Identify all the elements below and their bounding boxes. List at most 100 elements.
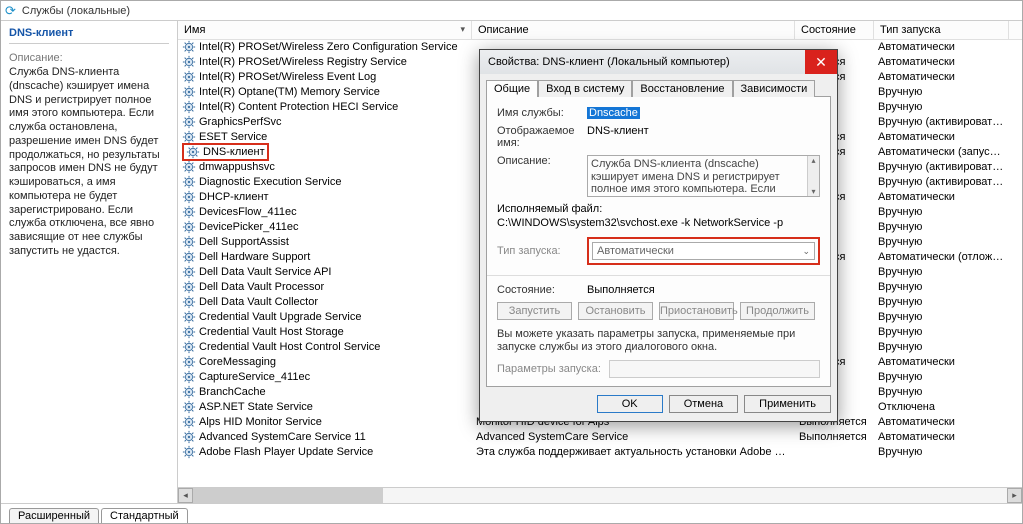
scroll-thumb[interactable] xyxy=(193,488,383,503)
description-box[interactable]: Служба DNS-клиента (dnscache) кэширует и… xyxy=(587,155,820,197)
service-name: DNS-клиент xyxy=(203,146,265,158)
tab-standard[interactable]: Стандартный xyxy=(101,508,188,523)
close-icon[interactable]: ✕ xyxy=(805,50,837,74)
service-start-cell: Автоматически xyxy=(874,71,1009,83)
gear-icon xyxy=(182,385,196,399)
apply-button[interactable]: Применить xyxy=(744,395,831,413)
service-name: GraphicsPerfSvc xyxy=(199,116,282,128)
service-start-cell: Вручную xyxy=(874,221,1009,233)
service-name: CoreMessaging xyxy=(199,356,276,368)
service-name: ASP.NET State Service xyxy=(199,401,313,413)
column-header-start[interactable]: Тип запуска xyxy=(874,21,1009,39)
gear-icon xyxy=(182,430,196,444)
pause-button[interactable]: Приостановить xyxy=(659,302,734,320)
gear-icon xyxy=(182,400,196,414)
service-start-cell: Вручную xyxy=(874,371,1009,383)
service-start-cell: Вручную xyxy=(874,281,1009,293)
service-name: Intel(R) PROSet/Wireless Zero Configurat… xyxy=(199,41,458,53)
service-desc-cell: Advanced SystemCare Service xyxy=(472,431,795,443)
scroll-right-icon[interactable]: ▸ xyxy=(1007,488,1022,503)
gear-icon xyxy=(182,265,196,279)
scroll-up-icon[interactable]: ▴ xyxy=(808,156,819,165)
service-start-cell: Вручную xyxy=(874,326,1009,338)
label-description: Описание: xyxy=(497,155,587,167)
window-title: Службы (локальные) xyxy=(22,5,130,17)
selected-service-title: DNS-клиент xyxy=(9,27,169,39)
value-state: Выполняется xyxy=(587,284,820,296)
scroll-down-icon[interactable]: ▾ xyxy=(808,187,819,196)
table-row[interactable]: Advanced SystemCare Service 11 Advanced S… xyxy=(178,430,1022,445)
column-header-name[interactable]: Имя▾ xyxy=(178,21,472,39)
dialog-tab-recovery[interactable]: Восстановление xyxy=(632,80,732,97)
value-service-name: Dnscache xyxy=(587,107,640,119)
horizontal-scrollbar[interactable]: ◂ ▸ xyxy=(178,487,1022,503)
start-type-select[interactable]: Автоматически⌄ xyxy=(592,242,815,260)
service-start-cell: Вручную (активировать з... xyxy=(874,161,1009,173)
start-button[interactable]: Запустить xyxy=(497,302,572,320)
service-name: Diagnostic Execution Service xyxy=(199,176,341,188)
gear-icon xyxy=(186,145,200,159)
service-name: Intel(R) Content Protection HECI Service xyxy=(199,101,398,113)
gear-icon xyxy=(182,250,196,264)
params-input[interactable] xyxy=(609,360,820,378)
service-name: DevicesFlow_411ec xyxy=(199,206,297,218)
gear-icon xyxy=(182,295,196,309)
gear-icon xyxy=(182,115,196,129)
service-name: Dell Data Vault Service API xyxy=(199,266,331,278)
dialog-tab-general[interactable]: Общие xyxy=(486,80,538,97)
service-name: Dell Hardware Support xyxy=(199,251,310,263)
service-name: Advanced SystemCare Service 11 xyxy=(199,431,366,443)
service-start-cell: Автоматически xyxy=(874,191,1009,203)
service-name: ESET Service xyxy=(199,131,267,143)
properties-dialog: Свойства: DNS-клиент (Локальный компьюте… xyxy=(479,49,838,422)
dialog-tab-dependencies[interactable]: Зависимости xyxy=(733,80,816,97)
service-name: Intel(R) PROSet/Wireless Event Log xyxy=(199,71,376,83)
service-start-cell: Автоматически (запуск п... xyxy=(874,146,1009,158)
params-hint: Вы можете указать параметры запуска, при… xyxy=(497,328,820,354)
service-start-cell: Автоматически xyxy=(874,56,1009,68)
description-text: Служба DNS-клиента (dnscache) кэширует и… xyxy=(9,66,169,259)
service-name: DHCP-клиент xyxy=(199,191,269,203)
gear-icon xyxy=(182,190,196,204)
service-start-cell: Вручную xyxy=(874,266,1009,278)
service-name: BranchCache xyxy=(199,386,266,398)
service-start-cell: Вручную xyxy=(874,446,1009,458)
gear-icon xyxy=(182,55,196,69)
label-service-name: Имя службы: xyxy=(497,107,587,119)
service-start-cell: Вручную xyxy=(874,206,1009,218)
service-start-cell: Вручную xyxy=(874,386,1009,398)
column-header-description[interactable]: Описание xyxy=(472,21,795,39)
gear-icon xyxy=(182,280,196,294)
tab-extended[interactable]: Расширенный xyxy=(9,508,99,523)
gear-icon xyxy=(182,85,196,99)
dialog-tab-logon[interactable]: Вход в систему xyxy=(538,80,632,97)
service-name: Intel(R) PROSet/Wireless Registry Servic… xyxy=(199,56,407,68)
service-start-cell: Вручную xyxy=(874,236,1009,248)
service-start-cell: Автоматически xyxy=(874,131,1009,143)
service-name: Credential Vault Host Control Service xyxy=(199,341,380,353)
gear-icon xyxy=(182,325,196,339)
column-header-state[interactable]: Состояние xyxy=(795,21,874,39)
resume-button[interactable]: Продолжить xyxy=(740,302,815,320)
value-display-name: DNS-клиент xyxy=(587,125,820,137)
ok-button[interactable]: OK xyxy=(597,395,663,413)
table-row[interactable]: Adobe Flash Player Update ServiceЭта слу… xyxy=(178,445,1022,460)
gear-icon xyxy=(182,130,196,144)
service-start-cell: Автоматически xyxy=(874,431,1009,443)
gear-icon xyxy=(182,220,196,234)
scroll-left-icon[interactable]: ◂ xyxy=(178,488,193,503)
gear-icon xyxy=(182,235,196,249)
gear-icon xyxy=(182,100,196,114)
refresh-icon[interactable]: ⟳ xyxy=(5,3,16,19)
service-start-cell: Вручную xyxy=(874,86,1009,98)
stop-button[interactable]: Остановить xyxy=(578,302,653,320)
service-name: Credential Vault Host Storage xyxy=(199,326,344,338)
service-name: Credential Vault Upgrade Service xyxy=(199,311,361,323)
service-start-cell: Вручную xyxy=(874,296,1009,308)
cancel-button[interactable]: Отмена xyxy=(669,395,738,413)
gear-icon xyxy=(182,355,196,369)
service-name: Adobe Flash Player Update Service xyxy=(199,446,373,458)
label-start-type: Тип запуска: xyxy=(497,245,587,257)
gear-icon xyxy=(182,415,196,429)
service-start-cell: Автоматически xyxy=(874,356,1009,368)
